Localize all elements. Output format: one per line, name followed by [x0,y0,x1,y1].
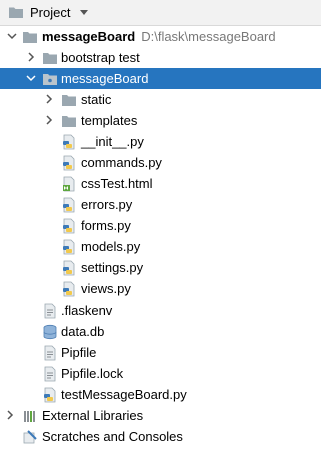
folder-icon [62,95,76,106]
tree-item-label: models.py [81,239,141,254]
tree-item-static[interactable]: static [0,89,321,110]
chevron-down-icon[interactable] [26,73,36,83]
folder-icon [23,32,37,43]
folder-icon [62,116,76,127]
tree-item-label: bootstrap test [61,50,140,65]
tree-item-label: commands.py [81,155,162,170]
tree-item-templates[interactable]: templates [0,110,321,131]
tree-item-label: forms.py [81,218,131,233]
tree-item-file[interactable]: Pipfile.lock [0,363,321,384]
tree-item-bootstrap-test[interactable]: bootstrap test [0,47,321,68]
python-file-icon [63,218,75,234]
library-icon [24,411,35,422]
tree-item-label: data.db [61,324,105,339]
tree-item-label: Scratches and Consoles [42,429,183,444]
chevron-down-icon[interactable] [7,31,17,41]
tree-item-label: templates [81,113,138,128]
text-file-icon [44,366,56,382]
tree-item-scratches[interactable]: Scratches and Consoles [0,426,321,447]
tree-item-label: testMessageBoard.py [61,387,187,402]
tree-item-label: __init__.py [81,134,144,149]
tree-item-messageboard-package[interactable]: messageBoard [0,68,321,89]
python-file-icon [44,387,56,403]
project-panel-header: Project [0,0,321,26]
python-file-icon [63,281,75,297]
panel-title: Project [30,5,71,20]
python-file-icon [63,239,75,255]
package-folder-icon [43,74,57,85]
tree-item-label: static [81,92,112,107]
tree-item-label: .flaskenv [61,303,113,318]
chevron-right-icon[interactable] [26,52,36,62]
text-file-icon [44,303,56,319]
tree-item-file[interactable]: __init__.py [0,131,321,152]
tree-item-label: Pipfile [61,345,97,360]
folder-icon [43,53,57,64]
python-file-icon [63,155,75,171]
tree-item-label: Pipfile.lock [61,366,124,381]
chevron-right-icon[interactable] [44,94,54,104]
tree-item-file[interactable]: .flaskenv [0,300,321,321]
tree-item-label: views.py [81,281,131,296]
tree-item-file[interactable]: testMessageBoard.py [0,384,321,405]
tree-item-file[interactable]: commands.py [0,152,321,173]
tree-item-label: settings.py [81,260,144,275]
tree-item-external-libraries[interactable]: External Libraries [0,405,321,426]
database-file-icon [43,324,57,340]
tree-item-label: messageBoard D:\flask\messageBoard [42,29,276,44]
python-file-icon [63,197,75,213]
tree-item-label: messageBoard [61,71,149,86]
chevron-down-icon[interactable] [80,10,88,15]
python-file-icon [63,134,75,150]
tree-item-label: External Libraries [42,408,144,423]
html-file-icon [63,176,75,192]
root-path: D:\flask\messageBoard [141,29,276,44]
chevron-right-icon[interactable] [44,115,54,125]
tree-item-file[interactable]: views.py [0,278,321,299]
root-name: messageBoard [42,29,136,44]
tree-item-label: errors.py [81,197,133,212]
tree-item-file[interactable]: errors.py [0,194,321,215]
tree-item-file[interactable]: data.db [0,321,321,342]
tree-item-label: cssTest.html [81,176,153,191]
tree-item-file[interactable]: models.py [0,236,321,257]
tree-item-file[interactable]: forms.py [0,215,321,236]
tree-item-root[interactable]: messageBoard D:\flask\messageBoard [0,26,321,47]
tree-item-file[interactable]: settings.py [0,257,321,278]
tree-item-file[interactable]: Pipfile [0,342,321,363]
scratches-icon [23,430,37,444]
folder-icon [9,7,23,18]
chevron-right-icon[interactable] [5,410,15,420]
python-file-icon [63,260,75,276]
tree-item-file[interactable]: cssTest.html [0,173,321,194]
text-file-icon [44,345,56,361]
